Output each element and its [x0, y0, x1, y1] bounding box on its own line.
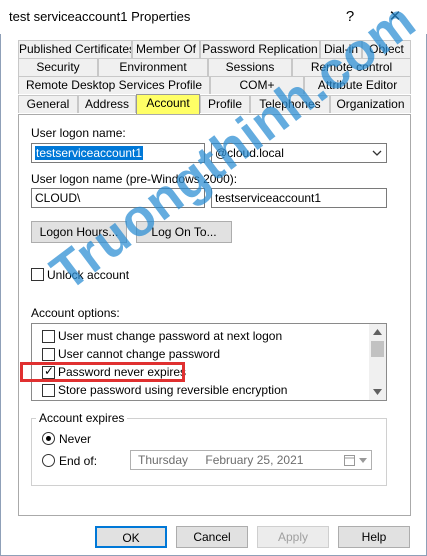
cancel-button[interactable]: Cancel	[176, 526, 248, 548]
never-radio[interactable]	[42, 432, 55, 445]
tab-address[interactable]: Address	[78, 95, 136, 113]
annotation-highlight-box	[20, 362, 185, 382]
calendar-icon	[344, 455, 355, 466]
ok-button[interactable]: OK	[95, 526, 167, 548]
unlock-account-checkbox[interactable]	[31, 268, 44, 281]
end-of-radio[interactable]	[42, 454, 55, 467]
tab-general[interactable]: General	[18, 95, 78, 113]
option-label-cannot-change: User cannot change password	[58, 347, 221, 361]
account-options-label: Account options:	[31, 306, 120, 320]
pre2000-name-input[interactable]: testserviceaccount1	[211, 188, 387, 208]
account-expires-label: Account expires	[36, 411, 128, 425]
tab-account[interactable]: Account	[136, 94, 200, 114]
tab-password-replication[interactable]: Password Replication	[200, 40, 320, 58]
option-label-reversible: Store password using reversible encrypti…	[58, 383, 288, 397]
tab-remote-desktop-services-profile[interactable]: Remote Desktop Services Profile	[18, 76, 210, 94]
option-checkbox-reversible[interactable]	[42, 384, 55, 397]
tab-environment[interactable]: Environment	[98, 58, 208, 76]
chevron-down-icon	[372, 150, 382, 156]
end-of-date: February 25, 2021	[205, 453, 304, 467]
tab-security[interactable]: Security	[18, 58, 98, 76]
scroll-thumb[interactable]	[371, 341, 384, 357]
scroll-up-icon[interactable]	[373, 329, 382, 335]
logon-name-label: User logon name:	[31, 126, 126, 140]
apply-button[interactable]: Apply	[257, 526, 329, 548]
logon-name-value: testserviceaccount1	[35, 146, 144, 160]
end-of-day: Thursday	[138, 453, 189, 467]
end-of-date-picker[interactable]: Thursday February 25, 2021	[130, 450, 372, 470]
never-label: Never	[59, 432, 92, 446]
option-checkbox-must-change[interactable]	[42, 330, 55, 343]
option-label-must-change: User must change password at next logon	[58, 329, 283, 343]
option-checkbox-cannot-change[interactable]	[42, 348, 55, 361]
help-button[interactable]: Help	[338, 526, 410, 548]
end-of-label: End of:	[59, 454, 98, 468]
chevron-down-icon	[359, 458, 367, 463]
tab-member-of[interactable]: Member Of	[132, 40, 200, 58]
window-title: test serviceaccount1 Properties	[9, 9, 191, 24]
tab-published-certificates[interactable]: Published Certificates	[18, 40, 132, 58]
scroll-down-icon[interactable]	[373, 389, 382, 395]
